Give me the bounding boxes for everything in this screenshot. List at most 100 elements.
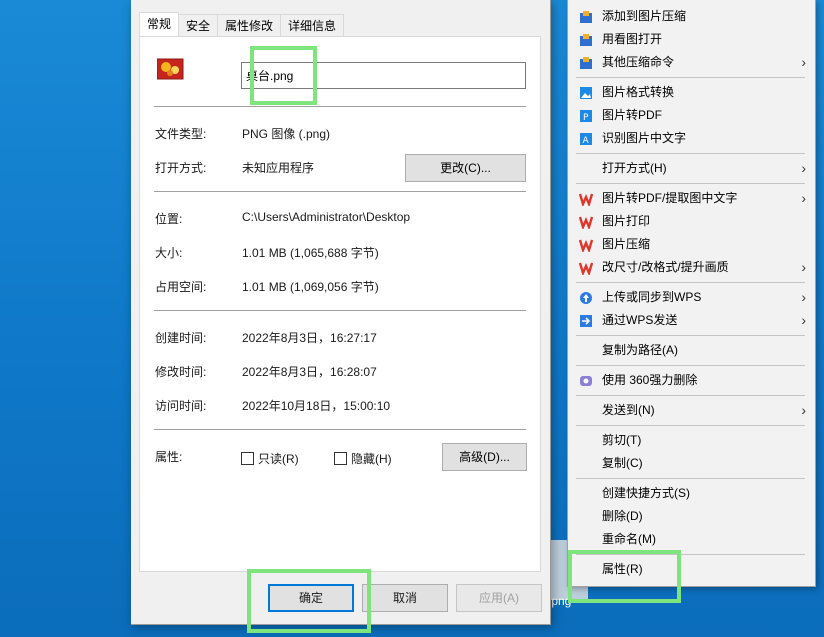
menu-item-label: 发送到(N) [602,403,655,417]
hidden-checkbox[interactable]: 隐藏(H) [334,450,392,467]
divider [154,429,526,431]
disk-size-value: 1.01 MB (1,069,056 字节) [242,280,379,294]
accessed-label: 访问时间: [155,399,207,413]
send-icon [580,315,592,327]
menu-item-copy[interactable]: 复制(C) [568,452,815,475]
menu-item-wps-image-print[interactable]: 图片打印 [568,210,815,233]
tab-general[interactable]: 常规 [139,12,180,36]
menu-divider [576,282,805,283]
menu-item-label: 通过WPS发送 [602,313,678,327]
wps-icon [579,239,593,252]
menu-divider [576,77,805,78]
tab-bar: 常规 安全 属性修改 详细信息 [139,12,345,37]
general-panel: 文件类型: PNG 图像 (.png) 打开方式: 未知应用程序 更改(C)..… [139,36,541,572]
menu-item-label: 删除(D) [602,509,643,523]
menu-item-properties[interactable]: 属性(R) [568,558,815,581]
menu-item-send-wps[interactable]: 通过WPS发送 › [568,309,815,332]
divider [154,106,526,108]
change-button[interactable]: 更改(C)... [405,154,526,182]
menu-item-rename[interactable]: 重命名(M) [568,528,815,551]
file-type-value: PNG 图像 (.png) [242,127,331,141]
menu-item-delete[interactable]: 删除(D) [568,505,815,528]
tab-details[interactable]: 详细信息 [280,14,345,36]
file-type-label: 文件类型: [155,127,207,141]
menu-divider [576,365,805,366]
cloud-upload-icon [580,292,592,304]
pdf-icon: P [580,110,592,123]
wps-icon [579,262,593,275]
menu-item-wps-resize[interactable]: 改尺寸/改格式/提升画质 › [568,256,815,279]
apply-button[interactable]: 应用(A) [456,584,542,612]
menu-item-label: 复制为路径(A) [602,343,678,357]
menu-item-label: 上传或同步到WPS [602,290,702,304]
menu-divider [576,335,805,336]
menu-item-label: 图片转PDF/提取图中文字 [602,191,738,205]
open-with-value: 未知应用程序 [242,161,315,175]
readonly-label: 只读(R) [258,452,299,466]
tab-attribute-edit[interactable]: 属性修改 [217,14,282,36]
chevron-right-icon: › [801,289,806,305]
menu-item-label: 用看图打开 [602,32,663,46]
menu-item-other-compress[interactable]: 其他压缩命令 › [568,51,815,74]
viewer-icon [580,34,592,46]
tab-security[interactable]: 安全 [178,14,219,36]
menu-item-cut[interactable]: 剪切(T) [568,429,815,452]
menu-item-wps-image-compress[interactable]: 图片压缩 [568,233,815,256]
menu-item-label: 打开方式(H) [602,161,667,175]
menu-item-label: 添加到图片压缩 [602,9,687,23]
divider [154,191,526,193]
svg-text:A: A [583,136,590,146]
location-label: 位置: [155,212,183,226]
menu-item-360-delete[interactable]: 使用 360强力删除 [568,369,815,392]
readonly-checkbox[interactable]: 只读(R) [241,450,299,467]
menu-divider [576,395,805,396]
modified-label: 修改时间: [155,365,207,379]
created-value: 2022年8月3日，16:27:17 [242,331,377,345]
menu-item-create-shortcut[interactable]: 创建快捷方式(S) [568,482,815,505]
menu-item-open-with[interactable]: 打开方式(H) › [568,157,815,180]
menu-item-label: 创建快捷方式(S) [602,486,690,500]
menu-item-image-to-pdf[interactable]: P 图片转PDF [568,104,815,127]
menu-item-wps-image-to-pdf[interactable]: 图片转PDF/提取图中文字 › [568,187,815,210]
size-label: 大小: [155,246,183,260]
advanced-button[interactable]: 高级(D)... [442,443,527,471]
desktop-file-label: .png [548,594,572,608]
divider [154,310,526,312]
png-file-icon [157,58,184,80]
menu-item-ocr[interactable]: A 识别图片中文字 [568,127,815,150]
menu-item-image-format-convert[interactable]: 图片格式转换 [568,81,815,104]
360-icon [580,376,592,386]
menu-item-add-to-image-compress[interactable]: 添加到图片压缩 [568,5,815,28]
chevron-right-icon: › [801,160,806,176]
menu-divider [576,554,805,555]
svg-text:P: P [583,113,589,123]
accessed-value: 2022年10月18日，15:00:10 [242,399,391,413]
menu-divider [576,183,805,184]
menu-item-label: 其他压缩命令 [602,55,675,69]
chevron-right-icon: › [801,312,806,328]
menu-item-label: 图片打印 [602,214,651,228]
created-label: 创建时间: [155,331,207,345]
location-value: C:\Users\Administrator\Desktop [242,210,411,224]
menu-item-open-with-viewer[interactable]: 用看图打开 [568,28,815,51]
menu-item-label: 属性(R) [602,562,643,576]
wps-icon [579,216,593,229]
chevron-right-icon: › [801,54,806,70]
checkbox-box[interactable] [241,452,254,465]
menu-divider [576,153,805,154]
menu-item-copy-as-path[interactable]: 复制为路径(A) [568,339,815,362]
chevron-right-icon: › [801,259,806,275]
menu-item-upload-wps[interactable]: 上传或同步到WPS › [568,286,815,309]
properties-dialog: 常规 安全 属性修改 详细信息 文件类型: PNG 图像 (.png) 打开方式… [131,0,551,625]
filename-input[interactable] [241,62,526,89]
ok-button[interactable]: 确定 [268,584,354,612]
menu-item-label: 图片压缩 [602,237,651,251]
checkbox-box[interactable] [334,452,347,465]
compress-icon [580,11,592,23]
size-value: 1.01 MB (1,065,688 字节) [242,246,379,260]
menu-item-send-to[interactable]: 发送到(N) › [568,399,815,422]
context-menu: 添加到图片压缩 用看图打开 其他压缩命令 › 图片格式转换 P 图片转PDF A… [567,0,816,587]
chevron-right-icon: › [801,402,806,418]
hidden-label: 隐藏(H) [351,452,392,466]
cancel-button[interactable]: 取消 [362,584,448,612]
